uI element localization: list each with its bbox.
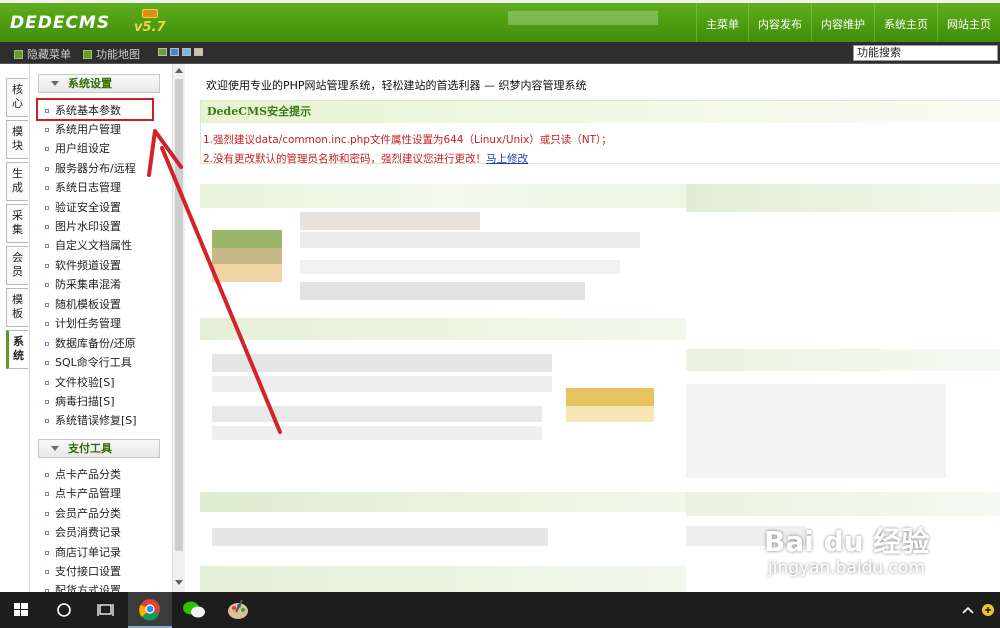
task-view-icon <box>97 604 114 616</box>
windows-taskbar <box>0 592 1000 628</box>
paint-palette-icon <box>228 599 248 619</box>
start-button[interactable] <box>0 592 44 628</box>
search-button[interactable] <box>42 592 86 628</box>
system-tray-icons[interactable] <box>958 602 998 618</box>
wechat-icon <box>183 601 205 618</box>
windows-logo-icon <box>14 603 28 616</box>
wechat-taskbar-button[interactable] <box>172 592 216 628</box>
paint-taskbar-button[interactable] <box>216 592 260 628</box>
chrome-icon <box>139 599 160 621</box>
baidu-jingyan-watermark: Bai du 经验 jingyan.baidu.com <box>764 520 929 578</box>
watermark-url: jingyan.baidu.com <box>768 558 925 578</box>
chrome-taskbar-button[interactable] <box>128 592 172 628</box>
watermark-brand: Bai du 经验 <box>764 525 930 558</box>
search-circle-icon <box>57 603 71 617</box>
task-view-button[interactable] <box>84 592 128 628</box>
